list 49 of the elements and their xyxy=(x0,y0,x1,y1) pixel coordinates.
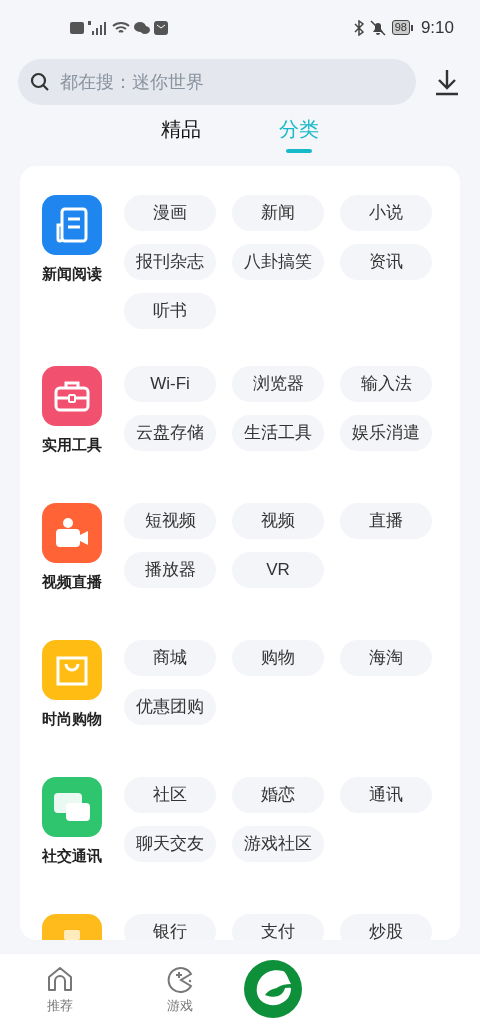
signal-icon xyxy=(88,20,108,35)
category-tag[interactable]: 播放器 xyxy=(124,552,216,588)
category-tag[interactable]: 商城 xyxy=(124,640,216,676)
category-tag[interactable]: 娱乐消遣 xyxy=(340,415,432,451)
category-tag[interactable]: 购物 xyxy=(232,640,324,676)
category-title: 视频直播 xyxy=(42,572,102,592)
search-icon xyxy=(30,72,50,92)
category-tag[interactable]: VR xyxy=(232,552,324,588)
app-logo-icon xyxy=(243,959,303,1019)
category-title: 社交通讯 xyxy=(42,846,102,866)
category-tag[interactable]: 短视频 xyxy=(124,503,216,539)
bluetooth-icon xyxy=(353,19,364,36)
muted-bell-icon xyxy=(369,19,386,36)
category-tag[interactable]: 八卦搞笑 xyxy=(232,244,324,280)
wifi-icon xyxy=(112,20,130,35)
battery-level: 98 xyxy=(391,20,410,35)
clock-time: 9:10 xyxy=(420,16,454,39)
category-tag[interactable]: 直播 xyxy=(340,503,432,539)
chat-bubbles-icon xyxy=(134,20,150,35)
category-tag[interactable]: 社区 xyxy=(124,777,216,813)
category-tag[interactable]: 游戏社区 xyxy=(232,826,324,862)
nav-tab[interactable]: 游戏 xyxy=(130,954,230,1026)
category-tag[interactable]: 听书 xyxy=(124,293,216,329)
category-tag[interactable]: 输入法 xyxy=(340,366,432,402)
category-tag[interactable]: 报刊杂志 xyxy=(124,244,216,280)
category-tag[interactable]: 通讯 xyxy=(340,777,432,813)
category-tag[interactable]: 生活工具 xyxy=(232,415,324,451)
game-face-icon xyxy=(165,964,195,995)
nav-tab[interactable]: 推荐 xyxy=(10,954,110,1026)
category-tag[interactable]: 海淘 xyxy=(340,640,432,676)
category-tag[interactable]: 视频 xyxy=(232,503,324,539)
category-tag[interactable]: 小说 xyxy=(340,195,432,231)
category-title: 实用工具 xyxy=(42,435,102,455)
search-field[interactable]: 都在搜：迷你世界 xyxy=(18,59,416,105)
category-tag[interactable]: Wi-Fi xyxy=(124,366,216,402)
category-tag[interactable]: 支付 xyxy=(232,914,324,940)
category-title: 时尚购物 xyxy=(42,709,102,729)
category-tag[interactable]: 聊天交友 xyxy=(124,826,216,862)
category-title: 新闻阅读 xyxy=(42,264,102,284)
category-tag[interactable]: 银行 xyxy=(124,914,216,940)
category-tag[interactable]: 浏览器 xyxy=(232,366,324,402)
category-tag[interactable]: 漫画 xyxy=(124,195,216,231)
category-tag[interactable]: 资讯 xyxy=(340,244,432,280)
category-tag[interactable]: 炒股 xyxy=(340,914,432,940)
category-tag[interactable]: 婚恋 xyxy=(232,777,324,813)
tab[interactable]: 精品 xyxy=(157,115,205,167)
category-tag[interactable]: 新闻 xyxy=(232,195,324,231)
category-tag[interactable]: 云盘存储 xyxy=(124,415,216,451)
category-tag[interactable]: 优惠团购 xyxy=(124,689,216,725)
